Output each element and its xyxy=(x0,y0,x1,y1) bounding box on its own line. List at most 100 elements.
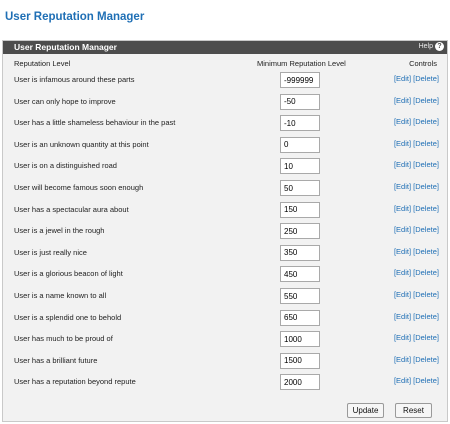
delete-link[interactable]: [Delete] xyxy=(413,139,439,148)
row-controls: [Edit] [Delete] xyxy=(394,247,439,256)
reputation-level-label: User can only hope to improve xyxy=(14,96,116,106)
minimum-level-input[interactable] xyxy=(280,180,320,196)
minimum-level-input[interactable] xyxy=(280,309,320,326)
delete-link[interactable]: [Delete] xyxy=(413,96,439,105)
minimum-level-input[interactable] xyxy=(280,266,320,283)
reputation-panel: User Reputation Manager Help ? Reputatio… xyxy=(2,40,448,422)
reputation-level-label: User is a glorious beacon of light xyxy=(14,269,123,279)
table-row: User is on a distinguished road [Edit] [D… xyxy=(3,157,447,179)
reputation-level-label: User is a jewel in the rough xyxy=(14,226,105,236)
table-row: User is just really nice [Edit] [Delete] xyxy=(3,244,447,266)
delete-link[interactable]: [Delete] xyxy=(413,182,439,191)
reputation-level-label: User is on a distinguished road xyxy=(14,161,117,171)
table-row: User is a splendid one to behold [Edit] [… xyxy=(3,309,447,331)
delete-link[interactable]: [Delete] xyxy=(413,376,439,385)
reputation-level-label: User will become famous soon enough xyxy=(14,183,144,192)
reputation-level-label: User is a name known to all xyxy=(14,291,107,300)
delete-link[interactable]: [Delete] xyxy=(413,312,439,321)
row-controls: [Edit] [Delete] xyxy=(394,268,439,277)
reputation-level-label: User is a splendid one to behold xyxy=(14,312,122,322)
delete-link[interactable]: [Delete] xyxy=(413,247,439,256)
row-controls: [Edit] [Delete] xyxy=(394,376,439,385)
delete-link[interactable]: [Delete] xyxy=(413,160,439,169)
delete-link[interactable]: [Delete] xyxy=(413,117,439,126)
table-row: User has a little shameless behaviour in… xyxy=(3,114,447,136)
reputation-level-label: User is just really nice xyxy=(14,247,87,257)
row-controls: [Edit] [Delete] xyxy=(394,204,439,213)
table-row: User is a name known to all [Edit] [Delet… xyxy=(3,287,447,309)
table-row: User can only hope to improve [Edit] [Del… xyxy=(3,93,447,115)
delete-link[interactable]: [Delete] xyxy=(413,268,439,277)
table-row: User is a jewel in the rough [Edit] [Dele… xyxy=(3,222,447,244)
table-row: User is a glorious beacon of light [Edit]… xyxy=(3,265,447,287)
reputation-level-label: User has a reputation beyond repute xyxy=(14,377,136,387)
minimum-level-input[interactable] xyxy=(280,244,320,261)
edit-link[interactable]: [Edit] xyxy=(394,74,411,83)
col-header-minimum-level: Minimum Reputation Level xyxy=(257,59,346,68)
panel-title: User Reputation Manager xyxy=(14,42,117,52)
row-controls: [Edit] [Delete] xyxy=(394,355,439,364)
edit-link[interactable]: [Edit] xyxy=(394,290,411,299)
edit-link[interactable]: [Edit] xyxy=(394,117,411,126)
minimum-level-input[interactable] xyxy=(280,72,320,88)
edit-link[interactable]: [Edit] xyxy=(394,225,411,234)
row-controls: [Edit] [Delete] xyxy=(394,117,439,126)
panel-header: User Reputation Manager Help ? xyxy=(3,41,447,54)
minimum-level-input[interactable] xyxy=(280,115,320,132)
delete-link[interactable]: [Delete] xyxy=(413,355,439,364)
delete-link[interactable]: [Delete] xyxy=(413,204,439,213)
reputation-level-label: User has a brilliant future xyxy=(14,355,98,365)
row-controls: [Edit] [Delete] xyxy=(394,74,439,83)
reset-button[interactable]: Reset xyxy=(395,403,432,418)
delete-link[interactable]: [Delete] xyxy=(413,333,439,342)
table-row: User is infamous around these parts [Edit… xyxy=(3,71,447,93)
edit-link[interactable]: [Edit] xyxy=(394,312,411,321)
minimum-level-input[interactable] xyxy=(280,331,320,348)
minimum-level-input[interactable] xyxy=(280,158,320,175)
table-row: User has a reputation beyond repute [Edit… xyxy=(3,373,447,395)
update-button[interactable]: Update xyxy=(347,403,384,418)
table-row: User has a spectacular aura about [Edit] … xyxy=(3,201,447,223)
delete-link[interactable]: [Delete] xyxy=(413,74,439,83)
row-controls: [Edit] [Delete] xyxy=(394,139,439,148)
edit-link[interactable]: [Edit] xyxy=(394,139,411,148)
reputation-level-label: User is an unknown quantity at this poin… xyxy=(14,139,149,149)
minimum-level-input[interactable] xyxy=(280,374,320,391)
row-controls: [Edit] [Delete] xyxy=(394,225,439,234)
row-controls: [Edit] [Delete] xyxy=(394,160,439,169)
edit-link[interactable]: [Edit] xyxy=(394,182,411,191)
table-row: User has a brilliant future [Edit] [Delet… xyxy=(3,352,447,374)
table-row: User has much to be proud of [Edit] [Dele… xyxy=(3,330,447,352)
minimum-level-input[interactable] xyxy=(280,136,320,153)
row-controls: [Edit] [Delete] xyxy=(394,290,439,299)
edit-link[interactable]: [Edit] xyxy=(394,96,411,105)
row-controls: [Edit] [Delete] xyxy=(394,182,439,191)
row-controls: [Edit] [Delete] xyxy=(394,96,439,105)
edit-link[interactable]: [Edit] xyxy=(394,247,411,256)
col-header-controls: Controls xyxy=(409,59,437,68)
edit-link[interactable]: [Edit] xyxy=(394,333,411,342)
help-icon[interactable]: ? xyxy=(435,42,444,51)
minimum-level-input[interactable] xyxy=(280,201,320,218)
minimum-level-input[interactable] xyxy=(280,352,320,369)
minimum-level-input[interactable] xyxy=(280,288,320,304)
reputation-level-label: User is infamous around these parts xyxy=(14,75,135,84)
reputation-level-label: User has a little shameless behaviour in… xyxy=(14,118,176,128)
col-header-reputation-level: Reputation Level xyxy=(14,59,71,68)
reputation-level-label: User has much to be proud of xyxy=(14,334,113,344)
edit-link[interactable]: [Edit] xyxy=(394,160,411,169)
reputation-level-label: User has a spectacular aura about xyxy=(14,204,129,214)
edit-link[interactable]: [Edit] xyxy=(394,376,411,385)
edit-link[interactable]: [Edit] xyxy=(394,204,411,213)
edit-link[interactable]: [Edit] xyxy=(394,268,411,277)
minimum-level-input[interactable] xyxy=(280,223,320,240)
edit-link[interactable]: [Edit] xyxy=(394,355,411,364)
delete-link[interactable]: [Delete] xyxy=(413,290,439,299)
help-link[interactable]: Help xyxy=(419,43,433,50)
table-row: User will become famous soon enough [Edit… xyxy=(3,179,447,201)
minimum-level-input[interactable] xyxy=(280,93,320,110)
row-controls: [Edit] [Delete] xyxy=(394,333,439,342)
delete-link[interactable]: [Delete] xyxy=(413,225,439,234)
row-controls: [Edit] [Delete] xyxy=(394,312,439,321)
page-title: User Reputation Manager xyxy=(5,11,145,23)
